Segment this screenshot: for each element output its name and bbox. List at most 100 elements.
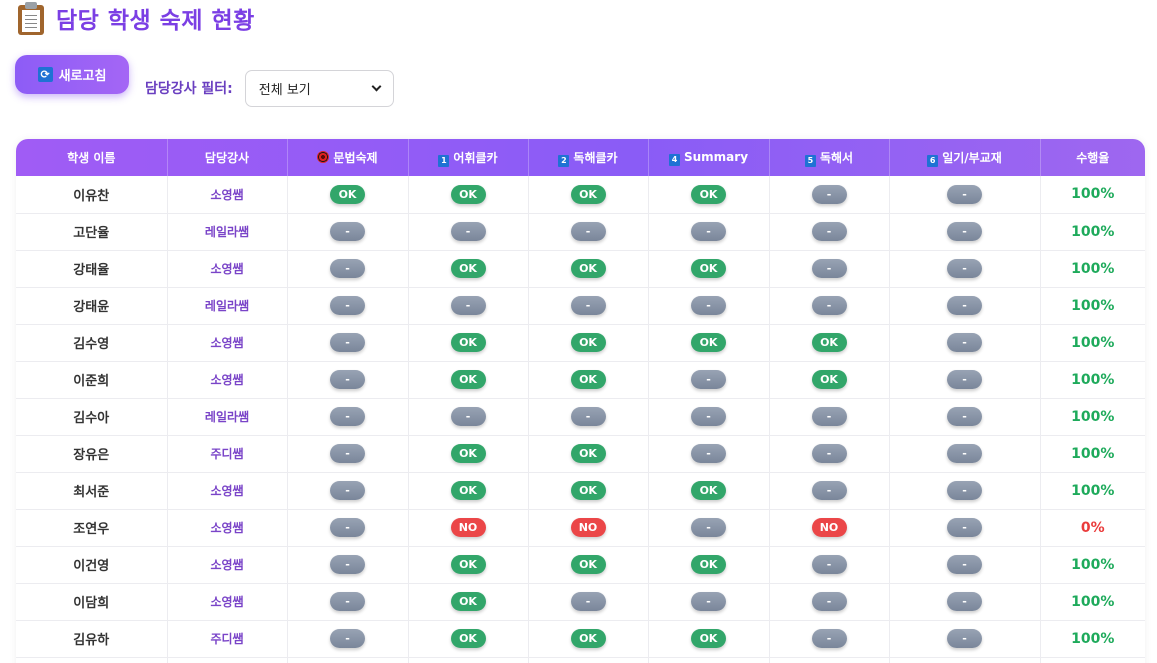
status-badge[interactable]: - (330, 296, 365, 315)
status-badge[interactable]: - (811, 407, 847, 426)
status-badge[interactable]: - (947, 370, 982, 389)
status-cell-summary: - (648, 287, 770, 325)
status-cell-grammar: - (287, 324, 409, 362)
status-badge[interactable]: OK (450, 333, 486, 352)
status-badge[interactable]: OK (691, 259, 726, 278)
status-badge[interactable]: - (330, 518, 365, 537)
status-badge[interactable]: - (691, 518, 726, 537)
status-badge[interactable]: - (570, 407, 606, 426)
status-badge[interactable]: - (811, 222, 847, 241)
status-badge[interactable]: - (450, 407, 486, 426)
status-badge[interactable]: - (947, 296, 982, 315)
status-badge[interactable]: OK (450, 481, 486, 500)
status-badge[interactable]: OK (570, 184, 606, 204)
status-badge[interactable]: - (450, 222, 486, 241)
status-badge[interactable]: NO (811, 518, 847, 537)
status-badge[interactable]: - (947, 222, 982, 241)
status-badge[interactable]: OK (450, 444, 486, 463)
status-badge[interactable]: OK (450, 592, 486, 611)
status-badge[interactable]: - (330, 370, 365, 389)
status-badge[interactable]: - (691, 444, 726, 463)
teacher-filter-select[interactable]: 전체 보기 (244, 69, 394, 107)
status-badge[interactable]: OK (691, 184, 726, 204)
table-body: 이유찬 소영쌤 OK OK OK OK - -100% 고단율 레일라쌤 - - - - - -100% 강태율… (16, 176, 1145, 663)
rate-cell: 100% (1040, 361, 1145, 399)
status-badge[interactable]: OK (450, 184, 486, 204)
status-badge[interactable]: OK (811, 370, 847, 389)
column-header-vocab[interactable]: 1 어휘클카 (408, 139, 529, 176)
status-badge[interactable]: OK (450, 370, 486, 389)
status-badge[interactable]: NO (570, 518, 606, 537)
status-badge[interactable]: OK (450, 259, 486, 278)
status-badge[interactable]: - (947, 444, 982, 463)
status-badge[interactable]: - (811, 592, 847, 611)
status-badge[interactable]: - (330, 407, 365, 426)
status-badge[interactable]: - (570, 222, 606, 241)
status-badge[interactable]: OK (811, 333, 847, 352)
column-header-rate[interactable]: 수행율 (1040, 139, 1145, 176)
status-cell-diary: - (889, 620, 1041, 658)
status-badge[interactable]: - (947, 629, 982, 648)
status-badge[interactable]: - (330, 259, 365, 278)
column-header-diary[interactable]: 6 일기/부교재 (889, 139, 1041, 176)
status-badge[interactable]: OK (570, 259, 606, 278)
status-badge[interactable]: - (947, 555, 982, 574)
teacher-name: 레일라쌤 (204, 410, 250, 424)
status-badge[interactable]: - (947, 333, 982, 352)
status-badge[interactable]: NO (450, 518, 486, 537)
status-badge[interactable]: OK (330, 184, 365, 204)
status-badge[interactable]: - (947, 407, 982, 426)
status-badge[interactable]: OK (570, 370, 606, 389)
status-badge[interactable]: OK (570, 629, 606, 648)
status-badge[interactable]: - (811, 444, 847, 463)
status-badge[interactable]: OK (691, 333, 726, 352)
status-badge[interactable]: - (570, 296, 606, 315)
column-header-reading[interactable]: 2 독해클카 (528, 139, 649, 176)
teacher-name: 소영쌤 (210, 336, 244, 350)
status-badge[interactable]: - (691, 370, 726, 389)
status-badge[interactable]: - (330, 629, 365, 648)
status-badge[interactable]: - (330, 444, 365, 463)
column-header-book[interactable]: 5 독해서 (769, 139, 890, 176)
status-badge[interactable]: - (450, 296, 486, 315)
status-badge[interactable]: - (811, 259, 847, 278)
status-badge[interactable]: OK (691, 481, 726, 500)
status-badge[interactable]: - (330, 481, 365, 500)
status-cell-diary: - (889, 472, 1041, 510)
refresh-button[interactable]: ⟳ 새로고침 (15, 54, 129, 94)
status-badge[interactable]: - (947, 518, 982, 537)
status-badge[interactable]: OK (450, 555, 486, 574)
status-badge[interactable]: - (330, 333, 365, 352)
rate-cell: 100% (1040, 176, 1145, 214)
clipboard-icon (18, 1, 44, 35)
status-badge[interactable]: OK (450, 629, 486, 648)
column-header-student[interactable]: 학생 이름 (16, 139, 168, 176)
status-badge[interactable]: - (947, 481, 982, 500)
status-badge[interactable]: - (811, 481, 847, 500)
status-cell-diary: - (889, 213, 1041, 251)
status-badge[interactable]: OK (570, 444, 606, 463)
status-badge[interactable]: - (330, 592, 365, 611)
status-badge[interactable]: OK (570, 481, 606, 500)
status-badge[interactable]: - (330, 555, 365, 574)
status-badge[interactable]: - (691, 222, 726, 241)
column-header-teacher[interactable]: 담당강사 (167, 139, 288, 176)
status-badge[interactable]: - (811, 296, 847, 315)
status-badge[interactable]: - (811, 555, 847, 574)
status-badge[interactable]: - (811, 184, 847, 204)
status-badge[interactable]: - (691, 407, 726, 426)
status-badge[interactable]: OK (570, 333, 606, 352)
status-badge[interactable]: - (691, 296, 726, 315)
status-badge[interactable]: - (691, 592, 726, 611)
status-badge[interactable]: - (570, 592, 606, 611)
status-badge[interactable]: OK (691, 629, 726, 648)
status-badge[interactable]: OK (570, 555, 606, 574)
status-badge[interactable]: - (947, 592, 982, 611)
status-badge[interactable]: - (947, 259, 982, 278)
status-badge[interactable]: - (947, 184, 982, 204)
status-badge[interactable]: - (811, 629, 847, 648)
column-header-grammar[interactable]: 문법숙제 (287, 139, 409, 176)
column-header-summary[interactable]: 4 Summary (648, 139, 770, 176)
status-badge[interactable]: OK (691, 555, 726, 574)
status-badge[interactable]: - (330, 222, 365, 241)
